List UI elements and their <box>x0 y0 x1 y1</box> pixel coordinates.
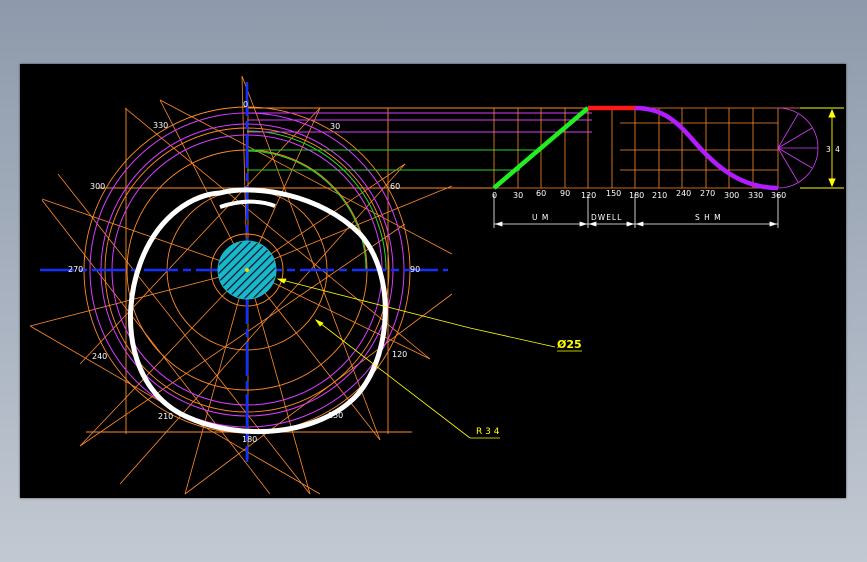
cam-profile <box>128 187 388 435</box>
center-point <box>245 268 249 272</box>
angle-label: 60 <box>390 182 400 191</box>
axis-tick: 270 <box>700 189 715 198</box>
axis-tick: 60 <box>536 189 546 198</box>
base-radius-label: R 3 4 <box>476 427 500 437</box>
axis-tick: 210 <box>652 191 667 200</box>
dwell-label: DWELL <box>591 213 622 222</box>
angle-label: 0 <box>243 100 248 109</box>
angle-label: 120 <box>392 350 407 359</box>
lift-label: 3 4 <box>826 145 841 154</box>
angle-label: 150 <box>328 411 343 420</box>
axis-tick: 360 <box>771 191 786 200</box>
axis-tick: 330 <box>748 191 763 200</box>
shm-construction <box>777 107 819 189</box>
angle-label: 90 <box>410 265 420 274</box>
axis-tick: 300 <box>724 191 739 200</box>
displacement-axis-labels: 0 30 60 90 120 150 180 210 240 270 300 3… <box>492 189 786 200</box>
angle-label: 270 <box>68 265 83 274</box>
axis-tick: 120 <box>581 191 596 200</box>
axis-tick: 0 <box>492 191 497 200</box>
axis-tick: 240 <box>676 189 691 198</box>
angle-label: 240 <box>92 352 107 361</box>
angle-label: 30 <box>330 122 340 131</box>
axis-tick: 180 <box>629 191 644 200</box>
drawing-canvas[interactable]: 3 4 U M DWELL S H M 0 30 60 90 120 150 1… <box>20 64 846 498</box>
um-label: U M <box>532 213 549 222</box>
angle-label: 210 <box>158 412 173 421</box>
axis-tick: 150 <box>606 189 621 198</box>
axis-tick: 90 <box>560 189 570 198</box>
angle-label: 330 <box>153 121 168 130</box>
hub-diameter-label: Ø25 <box>557 338 582 351</box>
shm-segment <box>634 105 779 191</box>
angle-label: 180 <box>242 435 257 444</box>
axis-tick: 30 <box>513 191 523 200</box>
angle-label: 300 <box>90 182 105 191</box>
shm-label: S H M <box>695 213 722 222</box>
